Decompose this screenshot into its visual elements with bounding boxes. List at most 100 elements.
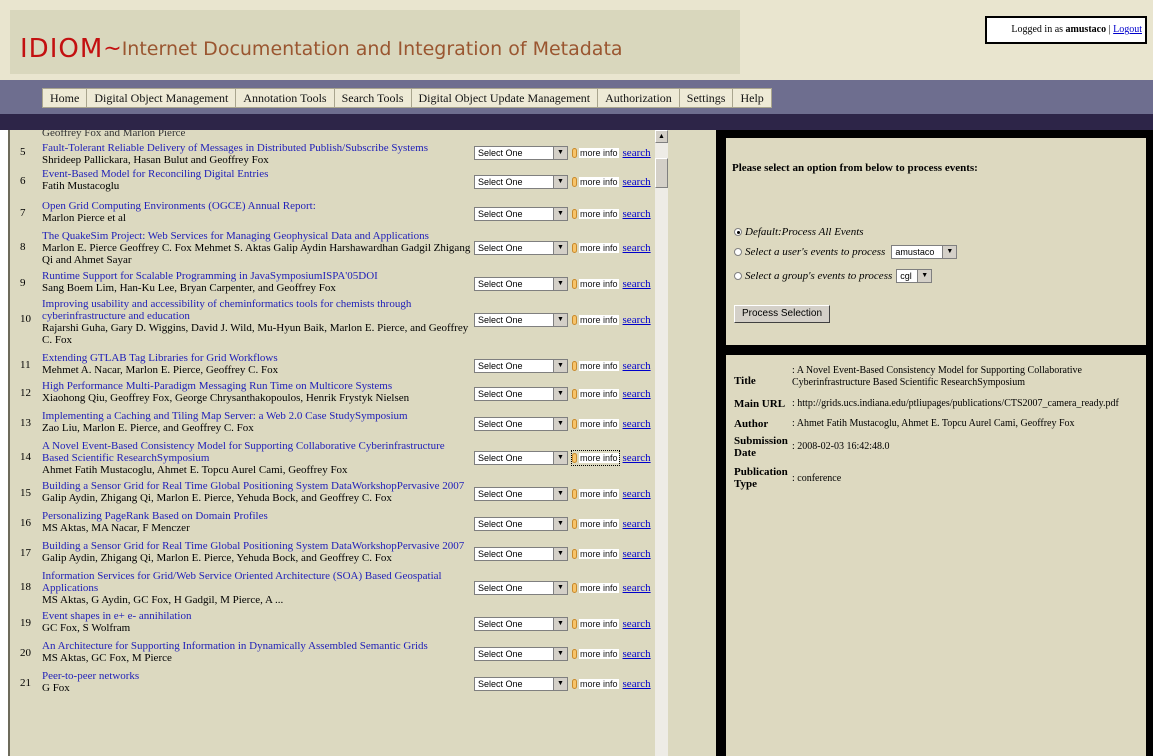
- logout-link[interactable]: Logout: [1113, 24, 1142, 35]
- more-info-button[interactable]: more info: [572, 277, 619, 291]
- user-select[interactable]: amustaco ▼: [891, 245, 958, 259]
- more-info-button[interactable]: more info: [572, 313, 619, 327]
- document-title-link[interactable]: High Performance Multi-Paradigm Messagin…: [42, 380, 472, 392]
- search-link[interactable]: search: [623, 418, 651, 430]
- nav-item-search-tools[interactable]: Search Tools: [335, 89, 412, 107]
- document-title-link[interactable]: Implementing a Caching and Tiling Map Se…: [42, 410, 472, 422]
- document-title-link[interactable]: Building a Sensor Grid for Real Time Glo…: [42, 540, 472, 552]
- row-controls: Select One ▼ more info search: [474, 450, 651, 466]
- action-select[interactable]: Select One ▼: [474, 647, 568, 661]
- vertical-scrollbar[interactable]: ▲: [655, 130, 668, 756]
- search-link[interactable]: search: [623, 488, 651, 500]
- search-link[interactable]: search: [623, 548, 651, 560]
- action-select[interactable]: Select One ▼: [474, 241, 568, 255]
- action-select[interactable]: Select One ▼: [474, 359, 568, 373]
- action-select[interactable]: Select One ▼: [474, 677, 568, 691]
- action-select[interactable]: Select One ▼: [474, 547, 568, 561]
- search-link[interactable]: search: [623, 278, 651, 290]
- more-info-button[interactable]: more info: [572, 677, 619, 691]
- search-link[interactable]: search: [623, 582, 651, 594]
- action-select[interactable]: Select One ▼: [474, 581, 568, 595]
- document-title-link[interactable]: Building a Sensor Grid for Real Time Glo…: [42, 480, 472, 492]
- search-link[interactable]: search: [623, 452, 651, 464]
- more-info-button[interactable]: more info: [572, 487, 619, 501]
- document-row: 8 The QuakeSim Project: Web Services for …: [10, 228, 655, 268]
- more-info-button[interactable]: more info: [572, 417, 619, 431]
- group-select[interactable]: cgl ▼: [896, 269, 933, 283]
- document-title-link[interactable]: Personalizing PageRank Based on Domain P…: [42, 510, 472, 522]
- more-info-button[interactable]: more info: [572, 581, 619, 595]
- search-link[interactable]: search: [623, 648, 651, 660]
- document-title-link[interactable]: Peer-to-peer networks: [42, 670, 472, 682]
- search-link[interactable]: search: [623, 388, 651, 400]
- search-link[interactable]: search: [623, 518, 651, 530]
- action-select[interactable]: Select One ▼: [474, 146, 568, 160]
- search-link[interactable]: search: [623, 147, 651, 159]
- action-select[interactable]: Select One ▼: [474, 277, 568, 291]
- row-number: 11: [20, 359, 31, 371]
- document-title-link[interactable]: Event shapes in e+ e- annihilation: [42, 610, 472, 622]
- action-select[interactable]: Select One ▼: [474, 417, 568, 431]
- more-info-button[interactable]: more info: [572, 146, 619, 160]
- more-info-label: more info: [579, 549, 619, 559]
- search-link[interactable]: search: [623, 314, 651, 326]
- document-title-link[interactable]: Fault-Tolerant Reliable Delivery of Mess…: [42, 142, 472, 154]
- more-info-label: more info: [579, 583, 619, 593]
- option-all-radio[interactable]: [734, 228, 742, 236]
- more-info-button[interactable]: more info: [572, 647, 619, 661]
- row-controls: Select One ▼ more info search: [474, 240, 651, 256]
- document-authors: Ahmet Fatih Mustacoglu, Ahmet E. Topcu A…: [42, 464, 348, 476]
- scroll-up-arrow-icon[interactable]: ▲: [655, 130, 668, 143]
- document-title-link[interactable]: The QuakeSim Project: Web Services for M…: [42, 230, 472, 242]
- more-info-button[interactable]: more info: [572, 359, 619, 373]
- more-info-button[interactable]: more info: [572, 617, 619, 631]
- option-user-radio[interactable]: [734, 248, 742, 256]
- search-link[interactable]: search: [623, 242, 651, 254]
- pane-gap: [668, 130, 716, 756]
- option-group-radio[interactable]: [734, 272, 742, 280]
- more-info-button[interactable]: more info: [572, 241, 619, 255]
- document-title-link[interactable]: Improving usability and accessibility of…: [42, 298, 472, 322]
- nav-item-help[interactable]: Help: [733, 89, 770, 107]
- scroll-thumb[interactable]: [655, 158, 668, 188]
- nav-item-annotation-tools[interactable]: Annotation Tools: [236, 89, 335, 107]
- search-link[interactable]: search: [623, 360, 651, 372]
- action-select[interactable]: Select One ▼: [474, 387, 568, 401]
- chevron-down-icon: ▼: [553, 418, 567, 430]
- search-link[interactable]: search: [623, 618, 651, 630]
- action-select[interactable]: Select One ▼: [474, 617, 568, 631]
- chevron-down-icon: ▼: [553, 176, 567, 188]
- more-info-button[interactable]: more info: [571, 450, 620, 466]
- action-select[interactable]: Select One ▼: [474, 313, 568, 327]
- document-title-link[interactable]: Extending GTLAB Tag Libraries for Grid W…: [42, 352, 472, 364]
- document-text: A Novel Event-Based Consistency Model fo…: [42, 440, 472, 476]
- document-title-link[interactable]: Information Services for Grid/Web Servic…: [42, 570, 472, 594]
- logo-main-text: IDIOM: [20, 34, 104, 64]
- more-info-button[interactable]: more info: [572, 547, 619, 561]
- nav-item-home[interactable]: Home: [43, 89, 88, 107]
- search-link[interactable]: search: [623, 208, 651, 220]
- nav-item-digital-object-update-management[interactable]: Digital Object Update Management: [412, 89, 599, 107]
- action-select[interactable]: Select One ▼: [474, 207, 568, 221]
- action-select[interactable]: Select One ▼: [474, 451, 568, 465]
- document-authors: Shrideep Pallickara, Hasan Bulut and Geo…: [42, 154, 269, 166]
- nav-item-settings[interactable]: Settings: [680, 89, 734, 107]
- process-selection-button[interactable]: Process Selection: [734, 305, 830, 323]
- document-title-link[interactable]: Runtime Support for Scalable Programming…: [42, 270, 472, 282]
- search-link[interactable]: search: [623, 176, 651, 188]
- more-info-button[interactable]: more info: [572, 387, 619, 401]
- document-title-link[interactable]: Event-Based Model for Reconciling Digita…: [42, 168, 472, 180]
- document-title-link[interactable]: Open Grid Computing Environments (OGCE) …: [42, 200, 472, 212]
- action-select[interactable]: Select One ▼: [474, 517, 568, 531]
- more-info-button[interactable]: more info: [572, 207, 619, 221]
- document-title-link[interactable]: A Novel Event-Based Consistency Model fo…: [42, 440, 472, 464]
- more-info-button[interactable]: more info: [572, 175, 619, 189]
- document-authors: MS Aktas, MA Nacar, F Menczer: [42, 522, 190, 534]
- action-select[interactable]: Select One ▼: [474, 487, 568, 501]
- search-link[interactable]: search: [623, 678, 651, 690]
- nav-item-digital-object-management[interactable]: Digital Object Management: [87, 89, 237, 107]
- document-title-link[interactable]: An Architecture for Supporting Informati…: [42, 640, 472, 652]
- more-info-button[interactable]: more info: [572, 517, 619, 531]
- nav-item-authorization[interactable]: Authorization: [598, 89, 680, 107]
- action-select[interactable]: Select One ▼: [474, 175, 568, 189]
